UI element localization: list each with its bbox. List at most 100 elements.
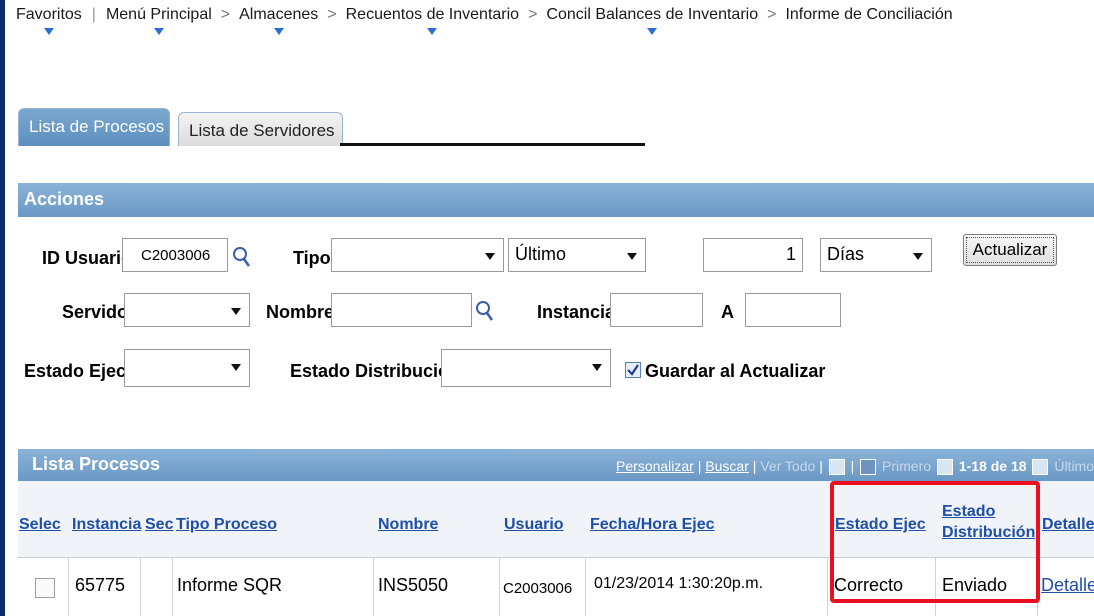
column-header-estado-distribucion[interactable]: Estado Distribución xyxy=(942,501,1035,543)
lookup-icon[interactable] xyxy=(475,300,495,322)
instancia-value: 65775 xyxy=(75,575,126,595)
cell-tipo-proceso: Informe SQR xyxy=(173,558,374,616)
nombre-label: Nombre xyxy=(266,302,335,322)
column-header-selec[interactable]: Selec xyxy=(19,516,61,534)
personalizar-link[interactable]: Personalizar xyxy=(616,458,694,474)
guardar-checkbox[interactable] xyxy=(625,362,641,378)
breadcrumb-label: Favoritos xyxy=(16,6,82,23)
breadcrumb-favoritos[interactable]: Favoritos xyxy=(10,6,88,35)
instancia-label: Instancia xyxy=(537,302,616,322)
tipo-label: Tipo xyxy=(293,248,331,268)
breadcrumb-almacenes[interactable]: Almacenes xyxy=(233,6,324,35)
cell-instancia: 65775 xyxy=(69,558,141,616)
column-header-nombre[interactable]: Nombre xyxy=(378,516,438,534)
column-header-fecha-hora[interactable]: Fecha/Hora Ejec xyxy=(590,516,715,534)
servidor-select[interactable] xyxy=(124,293,250,327)
next-arrow-icon[interactable] xyxy=(1032,459,1049,476)
estado-distribucion-select[interactable] xyxy=(441,349,611,387)
cell-detalles: Detalles xyxy=(1038,558,1094,616)
dropdown-triangle-icon xyxy=(427,28,438,35)
column-header-sec[interactable]: Sec xyxy=(145,516,173,534)
left-border xyxy=(0,0,5,616)
guardar-label: Guardar al Actualizar xyxy=(645,361,826,381)
cell-usuario: C2003006 xyxy=(500,558,586,616)
breadcrumb-recuentos[interactable]: Recuentos de Inventario xyxy=(340,6,525,35)
primero-link[interactable]: Primero xyxy=(882,458,931,474)
column-header-estado-ejec[interactable]: Estado Ejec xyxy=(835,516,926,534)
usuario-value: C2003006 xyxy=(503,580,573,597)
prev-arrow-icon[interactable] xyxy=(936,459,953,476)
cell-estado-distribucion: Enviado xyxy=(936,558,1038,616)
divider: | xyxy=(91,6,96,23)
chevron-down-icon xyxy=(231,364,241,371)
acciones-title: Acciones xyxy=(24,189,105,209)
ver-todo-link[interactable]: Ver Todo xyxy=(760,458,815,474)
instancia-input[interactable] xyxy=(610,293,703,327)
checkmark-icon xyxy=(627,364,639,376)
tab-underline xyxy=(340,143,645,146)
column-header-detalles[interactable]: Detalles xyxy=(1042,516,1094,534)
cell-fecha-hora: 01/23/2014 1:30:20p.m. xyxy=(586,558,828,616)
tab-lista-procesos[interactable]: Lista de Procesos xyxy=(18,108,170,146)
column-header-tipo-proceso[interactable]: Tipo Proceso xyxy=(176,516,277,534)
ultimo-select[interactable]: Último xyxy=(508,238,646,272)
table-row: 65775 Informe SQR INS5050 C2003006 01/23… xyxy=(18,558,1094,616)
unidad-select[interactable]: Días xyxy=(820,238,932,272)
chevron-down-icon xyxy=(592,364,602,371)
dropdown-triangle-icon xyxy=(153,28,164,35)
download-grid-icon[interactable] xyxy=(860,459,877,476)
breadcrumb-label: Informe de Conciliación xyxy=(785,6,953,23)
detalles-link[interactable]: Detalles xyxy=(1041,575,1094,596)
zoom-icon[interactable] xyxy=(828,459,845,476)
dropdown-triangle-icon xyxy=(43,28,54,35)
grid-header-row: Selec Instancia Sec Tipo Proceso Nombre … xyxy=(18,481,1094,558)
ultimo-link[interactable]: Último xyxy=(1054,458,1094,474)
breadcrumb-concil[interactable]: Concil Balances de Inventario xyxy=(540,6,764,35)
tab-lista-servidores[interactable]: Lista de Servidores xyxy=(178,112,343,146)
chevron-down-icon xyxy=(913,253,923,260)
breadcrumb-label: Almacenes xyxy=(239,6,319,23)
breadcrumb: Favoritos | Menú Principal > Almacenes >… xyxy=(10,6,1094,46)
lookup-icon[interactable] xyxy=(232,246,252,268)
id-usuario-input[interactable]: C2003006 xyxy=(122,238,228,272)
breadcrumb-label: Concil Balances de Inventario xyxy=(546,6,759,23)
estado-distribucion-label: Estado Distribución xyxy=(290,361,461,381)
buscar-link[interactable]: Buscar xyxy=(705,458,749,474)
breadcrumb-informe: Informe de Conciliación xyxy=(779,6,958,24)
breadcrumb-separator: > xyxy=(767,6,777,23)
dropdown-triangle-icon xyxy=(647,28,658,35)
breadcrumb-separator: > xyxy=(220,6,231,23)
grid-navigation: Personalizar | Buscar | Ver Todo | | Pri… xyxy=(616,458,1094,476)
estado-ejec-label: Estado Ejec xyxy=(24,361,127,381)
cell-nombre: INS5050 xyxy=(374,558,500,616)
estado-ejec-select[interactable] xyxy=(124,349,250,387)
lista-procesos-title: Lista Procesos xyxy=(32,454,161,474)
nombre-value: INS5050 xyxy=(378,575,449,595)
cell-estado-ejec: Correcto xyxy=(828,558,936,616)
breadcrumb-label: Recuentos de Inventario xyxy=(345,6,520,23)
instancia-hasta-input[interactable] xyxy=(745,293,841,327)
divider: | xyxy=(752,458,757,474)
ultimo-value: Último xyxy=(515,244,567,264)
tipo-select[interactable] xyxy=(331,238,504,272)
column-header-usuario[interactable]: Usuario xyxy=(504,516,564,534)
estado-ejec-value: Correcto xyxy=(834,575,904,595)
chevron-down-icon xyxy=(485,253,495,260)
estado-distribucion-value: Enviado xyxy=(942,575,1008,595)
chevron-down-icon xyxy=(231,308,241,315)
breadcrumb-menu-principal[interactable]: Menú Principal xyxy=(100,6,218,35)
tipo-proceso-value: Informe SQR xyxy=(177,575,283,595)
acciones-header: Acciones xyxy=(18,183,1094,217)
cantidad-input[interactable]: 1 xyxy=(703,238,803,272)
a-label: A xyxy=(721,302,734,322)
divider: | xyxy=(697,458,702,474)
chevron-down-icon xyxy=(627,253,637,260)
breadcrumb-separator: > xyxy=(327,6,337,23)
lista-procesos-header: Lista Procesos Personalizar | Buscar | V… xyxy=(18,449,1094,481)
nombre-input[interactable] xyxy=(331,293,472,327)
actualizar-button[interactable]: Actualizar xyxy=(963,234,1057,266)
dropdown-triangle-icon xyxy=(273,28,284,35)
breadcrumb-separator: > xyxy=(528,6,538,23)
row-select-checkbox[interactable] xyxy=(35,578,55,598)
column-header-instancia[interactable]: Instancia xyxy=(72,516,141,534)
